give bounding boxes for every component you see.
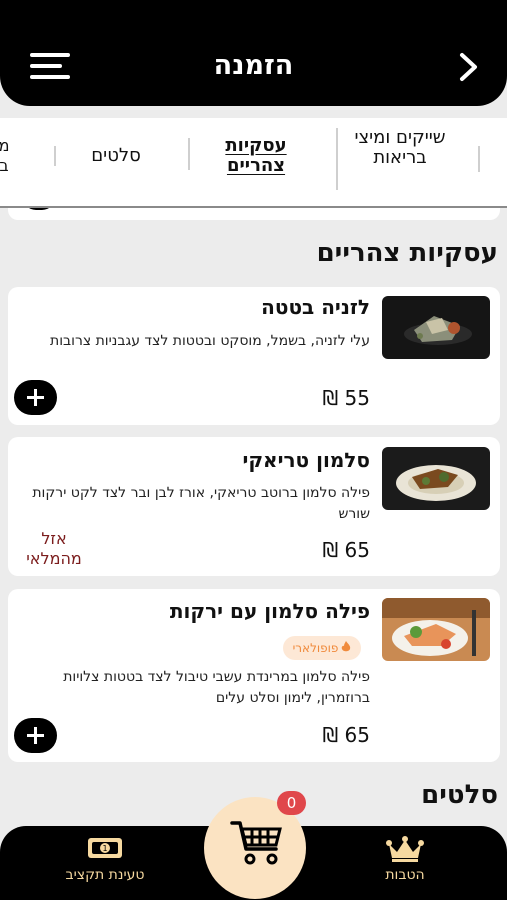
item-price: 65 ₪ <box>322 723 371 747</box>
chevron-right-icon[interactable] <box>456 52 482 82</box>
nav-budget[interactable]: 1 טעינת תקציב <box>50 836 160 883</box>
item-description: פילה סלמון במרינדת עשבי טיבול לצד בטטות … <box>63 669 370 706</box>
nav-benefits-label: הטבות <box>385 867 425 883</box>
nav-budget-label: טעינת תקציב <box>65 867 145 883</box>
nav-benefits[interactable]: הטבות <box>362 836 448 883</box>
food-image <box>382 598 490 661</box>
add-button[interactable] <box>14 380 57 415</box>
item-name: לזניה בטטה <box>261 295 370 319</box>
item-description: עלי לזניה, בשמל, מוסקט ובטטות לצד עגבניו… <box>50 333 370 349</box>
menu-item-card[interactable]: פילה סלמון עם ירקות פופולארי פילה סלמון … <box>8 589 500 762</box>
section-title: סלטים <box>421 780 498 810</box>
sold-out-label: אזל מהמלאי <box>26 529 82 568</box>
menu-item-card[interactable]: לזניה בטטה עלי לזניה, בשמל, מוסקט ובטטות… <box>8 287 500 425</box>
badge-label: פופולארי <box>292 641 339 655</box>
tab-partial[interactable]: מ ב <box>0 136 14 176</box>
tab-separator <box>54 146 56 166</box>
add-button[interactable] <box>14 718 57 753</box>
page-title: הזמנה <box>213 50 294 81</box>
item-description: פילה סלמון ברוטב טריאקי, אורז לבן ובר לצ… <box>32 485 370 522</box>
crown-icon <box>362 836 448 864</box>
svg-text:1: 1 <box>102 844 107 853</box>
item-name: פילה סלמון עם ירקות <box>169 599 370 623</box>
section-title: עסקיות צהריים <box>316 238 498 268</box>
tab-separator <box>478 146 480 172</box>
tab-salads[interactable]: סלטים <box>66 146 166 166</box>
menu-item-card[interactable]: סלמון טריאקי פילה סלמון ברוטב טריאקי, או… <box>8 437 500 576</box>
item-name: סלמון טריאקי <box>242 448 370 472</box>
top-header: הזמנה <box>0 0 507 106</box>
food-image <box>382 447 490 510</box>
item-price: 55 ₪ <box>322 386 371 410</box>
tab-shakes[interactable]: שייקים ומיצי בריאות <box>352 128 448 168</box>
money-icon: 1 <box>50 836 160 864</box>
cart-icon <box>230 819 284 869</box>
tab-lunch-deals[interactable]: עסקיות צהריים <box>206 136 306 176</box>
item-price: 65 ₪ <box>322 538 371 562</box>
tab-separator <box>336 128 338 190</box>
fire-icon <box>341 640 351 656</box>
tab-separator <box>188 138 190 170</box>
food-image <box>382 296 490 359</box>
category-tabs: שייקים ומיצי בריאות עסקיות צהריים סלטים … <box>0 118 507 208</box>
popular-badge: פופולארי <box>283 636 361 660</box>
cart-count-badge: 0 <box>277 791 306 815</box>
